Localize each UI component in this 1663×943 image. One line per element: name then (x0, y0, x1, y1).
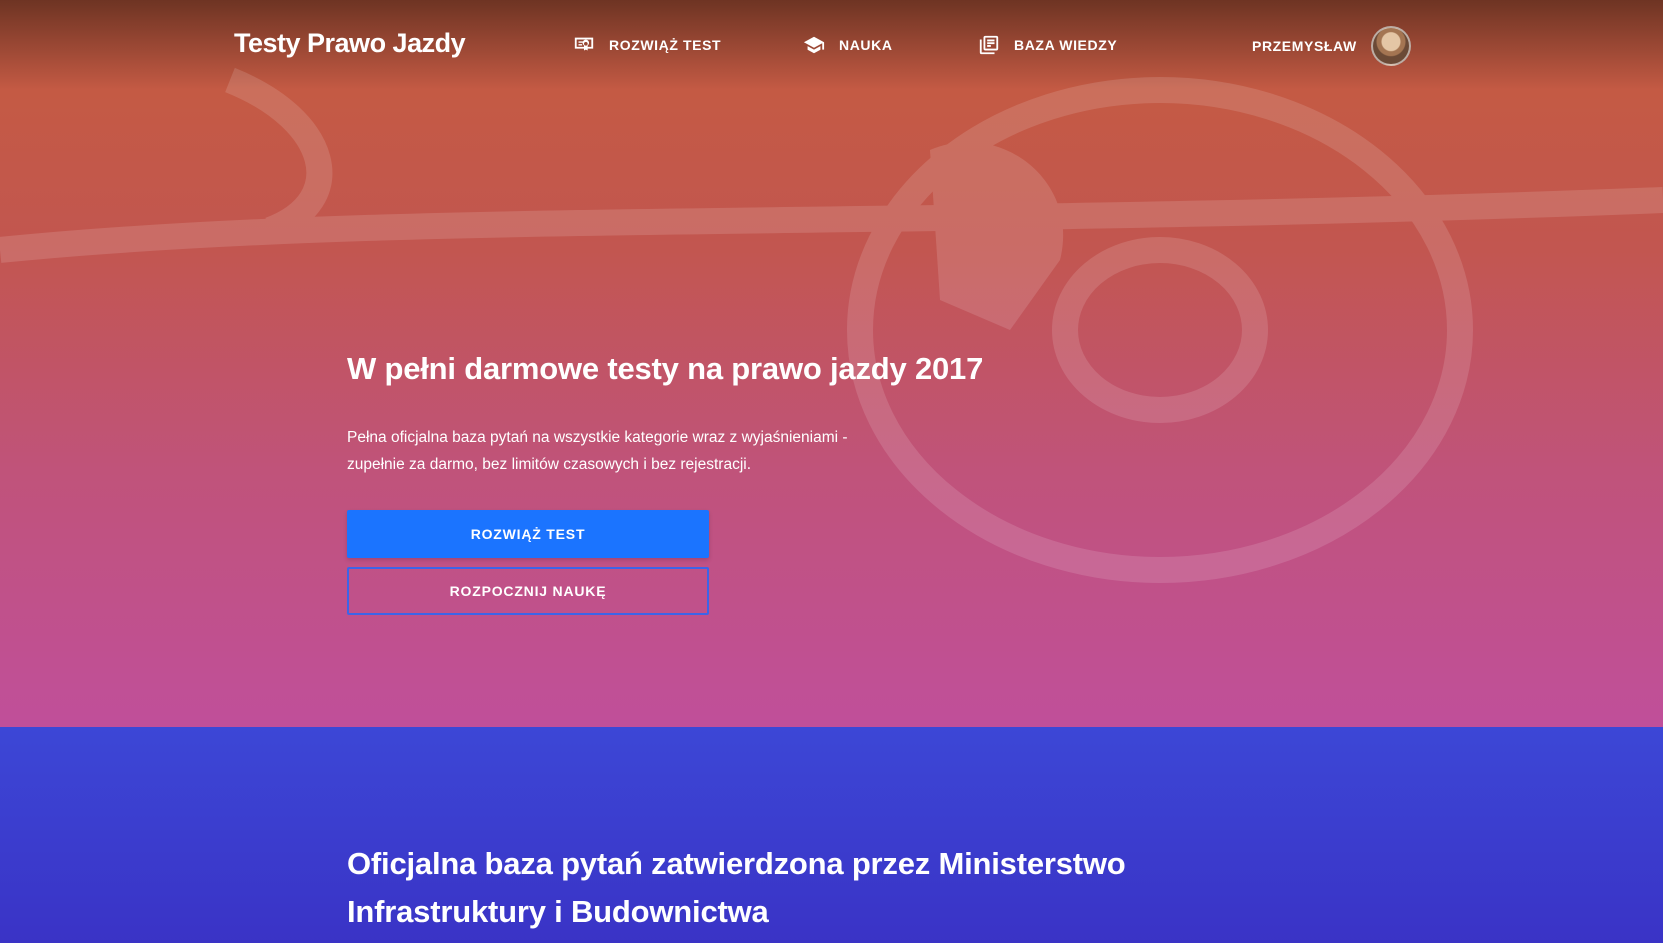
nav-item-nauka[interactable]: NAUKA (803, 34, 893, 56)
nav-item-baza-wiedzy[interactable]: BAZA WIEDZY (978, 34, 1117, 56)
brand-logo[interactable]: Testy Prawo Jazdy (234, 28, 466, 59)
section-title: Oficjalna baza pytań zatwierdzona przez … (347, 840, 1207, 936)
nav-label-rozwiaz-test: ROZWIĄŻ TEST (609, 37, 722, 53)
user-name: PRZEMYSŁAW (1252, 38, 1357, 54)
library-books-icon (979, 35, 999, 55)
start-learning-button[interactable]: ROZPOCZNIJ NAUKĘ (347, 567, 709, 615)
certificate-icon (574, 37, 594, 51)
hero-title: W pełni darmowe testy na prawo jazdy 201… (347, 351, 984, 386)
navbar: Testy Prawo Jazdy ROZWIĄŻ TEST NAUKA BAZ… (0, 0, 1663, 90)
hero-lead-line-2: zupełnie za darmo, bez limitów czasowych… (347, 456, 752, 473)
official-questions-section: Oficjalna baza pytań zatwierdzona przez … (0, 727, 1663, 943)
section-title-line-1: Oficjalna baza pytań zatwierdzona przez … (347, 846, 1126, 881)
hero-section: Testy Prawo Jazdy ROZWIĄŻ TEST NAUKA BAZ… (0, 0, 1663, 727)
hero-lead: Pełna oficjalna baza pytań na wszystkie … (347, 424, 907, 478)
nav-label-baza-wiedzy: BAZA WIEDZY (1014, 37, 1118, 53)
nav-label-nauka: NAUKA (839, 37, 893, 53)
nav-item-rozwiaz-test[interactable]: ROZWIĄŻ TEST (573, 34, 721, 56)
hero-lead-line-1: Pełna oficjalna baza pytań na wszystkie … (347, 429, 848, 446)
start-test-button[interactable]: ROZWIĄŻ TEST (347, 510, 709, 558)
graduation-cap-icon (803, 36, 825, 54)
section-title-line-2: Infrastruktury i Budownictwa (347, 894, 769, 929)
user-menu[interactable]: PRZEMYSŁAW (1252, 26, 1411, 66)
user-avatar[interactable] (1370, 26, 1411, 66)
